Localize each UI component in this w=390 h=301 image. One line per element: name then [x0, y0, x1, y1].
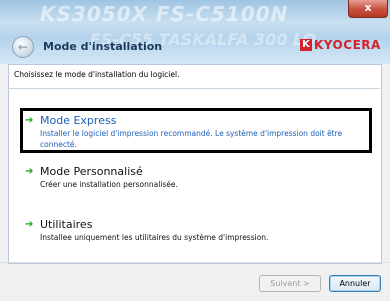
- cancel-button[interactable]: Annuler: [329, 275, 381, 292]
- option-title[interactable]: Mode Personnalisé: [40, 165, 370, 178]
- option-description: Créer une installation personnalisée.: [40, 180, 178, 189]
- next-button[interactable]: Suivant >: [259, 275, 321, 292]
- option-utilitaires[interactable]: ➔ Utilitaires Installee uniquement les u…: [25, 218, 370, 243]
- watermark-text-1: KS3050X FS-C5100N: [40, 2, 289, 26]
- footer-divider: [0, 262, 390, 263]
- green-arrow-icon: ➔: [25, 166, 34, 177]
- option-mode-personnalise[interactable]: ➔ Mode Personnalisé Créer une installati…: [25, 165, 370, 190]
- kyocera-logo-text: KYOCERA: [314, 38, 381, 52]
- install-mode-prompt: Choisissez le mode d'installation du log…: [14, 70, 180, 79]
- kyocera-logo: K KYOCERA: [300, 38, 381, 52]
- back-arrow-icon[interactable]: ←: [12, 36, 34, 58]
- content-separator: [8, 88, 380, 89]
- kyocera-logo-icon: K: [300, 39, 312, 51]
- selection-highlight-box: [20, 108, 372, 153]
- installer-window: KS3050X FS-C5100N FS-C55 TASKALFA 300 LO…: [0, 0, 390, 301]
- close-button[interactable]: x: [348, 0, 388, 18]
- green-arrow-icon: ➔: [25, 219, 34, 230]
- option-description: Installee uniquement les utilitaires du …: [40, 233, 269, 242]
- option-title[interactable]: Utilitaires: [40, 218, 370, 231]
- title-bar: KS3050X FS-C5100N FS-C55 TASKALFA 300 LO…: [0, 0, 390, 64]
- window-title: Mode d'installation: [43, 40, 163, 53]
